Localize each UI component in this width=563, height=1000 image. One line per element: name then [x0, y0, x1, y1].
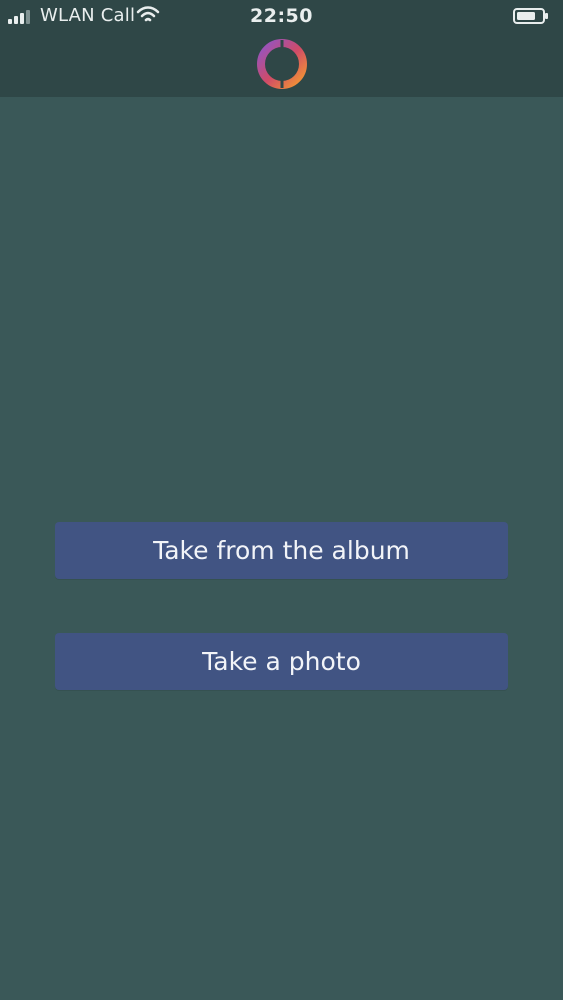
take-from-album-button[interactable]: Take from the album [55, 522, 508, 579]
status-time: 22:50 [250, 5, 313, 27]
battery-icon [513, 8, 548, 24]
take-photo-button[interactable]: Take a photo [55, 633, 508, 690]
status-bar: WLAN Call 22:50 [0, 0, 563, 32]
app-logo-ring-icon [257, 39, 307, 89]
main-content: Take from the album Take a photo [0, 97, 563, 1000]
